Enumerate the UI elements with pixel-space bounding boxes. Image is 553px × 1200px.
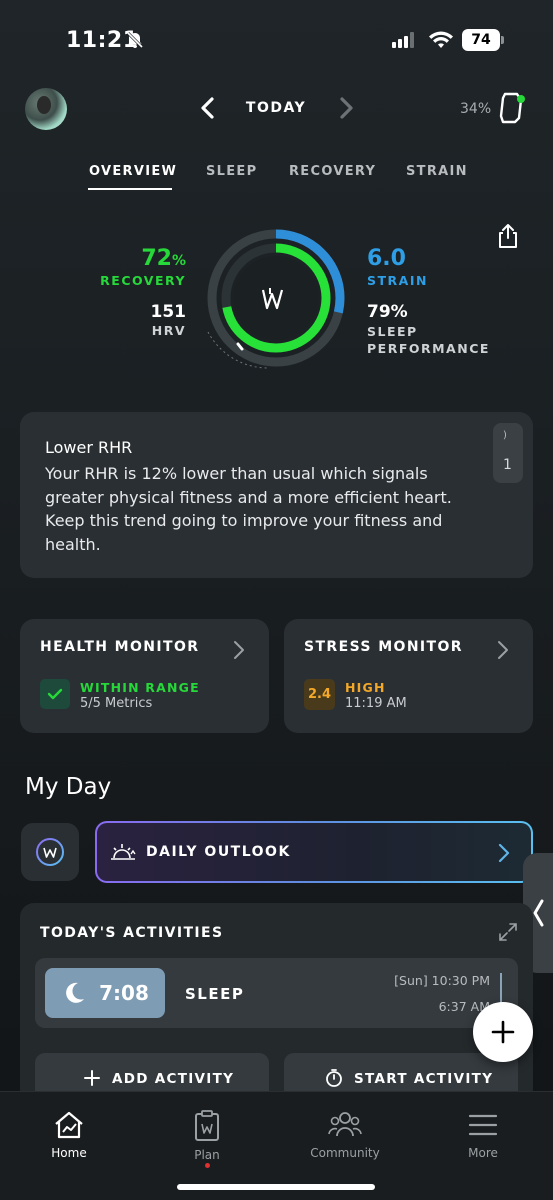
date-label[interactable]: TODAY: [230, 100, 322, 116]
sunrise-icon: [110, 842, 136, 866]
sleep-duration: 7:08: [99, 981, 149, 1005]
hrv-value: 151: [150, 302, 187, 322]
tab-overview[interactable]: OVERVIEW: [89, 164, 177, 179]
nav-community[interactable]: Community: [300, 1110, 390, 1160]
nav-home[interactable]: Home: [24, 1110, 114, 1160]
chevron-left-icon: [533, 899, 544, 927]
nav-plan[interactable]: Plan: [162, 1110, 252, 1162]
plus-icon: [491, 1020, 515, 1044]
activities-title: TODAY'S ACTIVITIES: [40, 925, 224, 941]
recovery-unit: %: [171, 253, 186, 269]
insight-title: Lower RHR: [45, 438, 133, 457]
plan-notification-dot: [205, 1163, 210, 1168]
device-battery[interactable]: 34%: [460, 101, 491, 117]
strap-device-icon[interactable]: [497, 92, 527, 128]
plus-icon: [83, 1069, 101, 1091]
daily-outlook-label: DAILY OUTLOOK: [146, 844, 291, 860]
coach-button[interactable]: [21, 823, 79, 881]
nav-more-label: More: [468, 1146, 498, 1160]
stress-value: 2.4: [304, 679, 335, 710]
sleep-duration-pill: 7:08: [45, 968, 165, 1018]
add-activity-label: ADD ACTIVITY: [112, 1071, 235, 1087]
stress-monitor-detail: 11:19 AM: [345, 696, 407, 711]
stress-monitor-title: STRESS MONITOR: [304, 639, 463, 655]
my-day-title: My Day: [25, 774, 112, 800]
share-icon[interactable]: [496, 223, 520, 253]
insight-pager-count: 1: [503, 457, 512, 473]
nav-plan-label: Plan: [194, 1148, 220, 1162]
community-icon: [328, 1112, 362, 1137]
bell-muted-icon: [126, 31, 144, 53]
health-monitor-detail: 5/5 Metrics: [80, 696, 153, 711]
stress-monitor-status: HIGH: [345, 680, 386, 695]
chevron-left-icon[interactable]: [198, 96, 218, 124]
insight-body: Your RHR is 12% lower than usual which s…: [45, 464, 452, 554]
tab-sleep[interactable]: SLEEP: [206, 164, 257, 179]
expand-icon[interactable]: [498, 922, 518, 946]
chevron-right-icon[interactable]: [336, 96, 356, 124]
tab-strain[interactable]: STRAIN: [406, 164, 468, 179]
insight-pager[interactable]: [493, 423, 523, 483]
check-icon: [40, 679, 70, 709]
tab-underline: [88, 188, 172, 190]
add-fab-button[interactable]: [473, 1002, 533, 1062]
home-indicator: [177, 1184, 375, 1190]
menu-icon: [468, 1114, 498, 1136]
plan-icon: [195, 1110, 219, 1141]
wifi-icon: [428, 30, 454, 54]
health-monitor-status: WITHIN RANGE: [80, 680, 200, 695]
strain-label: STRAIN: [367, 273, 428, 288]
chevron-right-icon[interactable]: [232, 640, 246, 664]
coach-icon: [36, 838, 64, 866]
dial-center: [234, 256, 318, 340]
chevron-right-icon: [497, 843, 511, 867]
health-monitor-title: HEALTH MONITOR: [40, 639, 200, 655]
avatar[interactable]: [25, 88, 67, 130]
stress-monitor-card[interactable]: [284, 619, 533, 733]
activity-label: SLEEP: [185, 985, 245, 1003]
sleep-performance-label: SLEEP PERFORMANCE: [367, 324, 490, 356]
hrv-label: HRV: [151, 323, 186, 338]
chevron-right-icon[interactable]: [496, 640, 510, 664]
signal-icon: [392, 32, 418, 52]
activity-end-time: 6:37 AM: [438, 999, 490, 1014]
nav-more[interactable]: More: [438, 1110, 528, 1160]
nav-community-label: Community: [310, 1146, 380, 1160]
battery-indicator: 74: [462, 29, 500, 51]
moon-icon: [66, 982, 85, 1003]
home-icon: [55, 1111, 83, 1139]
sleep-performance-value: 79%: [367, 302, 408, 322]
health-monitor-card[interactable]: [20, 619, 269, 733]
nav-home-label: Home: [51, 1146, 87, 1160]
recovery-label: RECOVERY: [100, 273, 186, 288]
activity-start-time: [Sun] 10:30 PM: [394, 973, 490, 988]
strain-value[interactable]: 6.0: [367, 246, 406, 271]
battery-tip: [501, 36, 504, 44]
recovery-number: 72: [141, 246, 172, 271]
stopwatch-icon: [324, 1068, 344, 1092]
insight-pager-top: ): [503, 430, 507, 441]
overview-dial[interactable]: [206, 228, 346, 377]
tab-recovery[interactable]: RECOVERY: [289, 164, 376, 179]
recovery-value[interactable]: 72%: [110, 246, 186, 271]
start-activity-label: START ACTIVITY: [354, 1071, 494, 1087]
